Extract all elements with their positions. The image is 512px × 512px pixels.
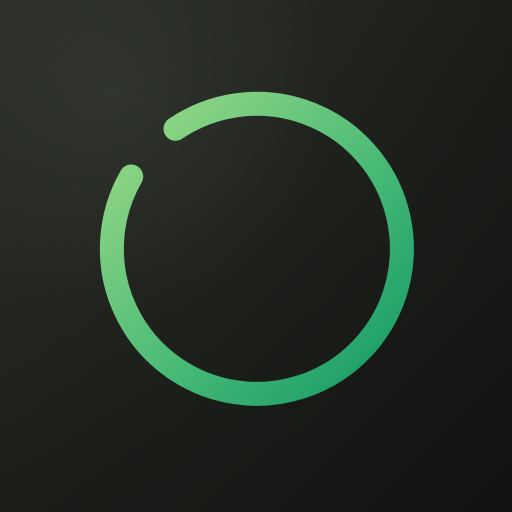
ring-arc-icon bbox=[99, 91, 414, 406]
circular-progress-ring-icon bbox=[99, 91, 414, 406]
app-icon-tile bbox=[0, 0, 512, 512]
